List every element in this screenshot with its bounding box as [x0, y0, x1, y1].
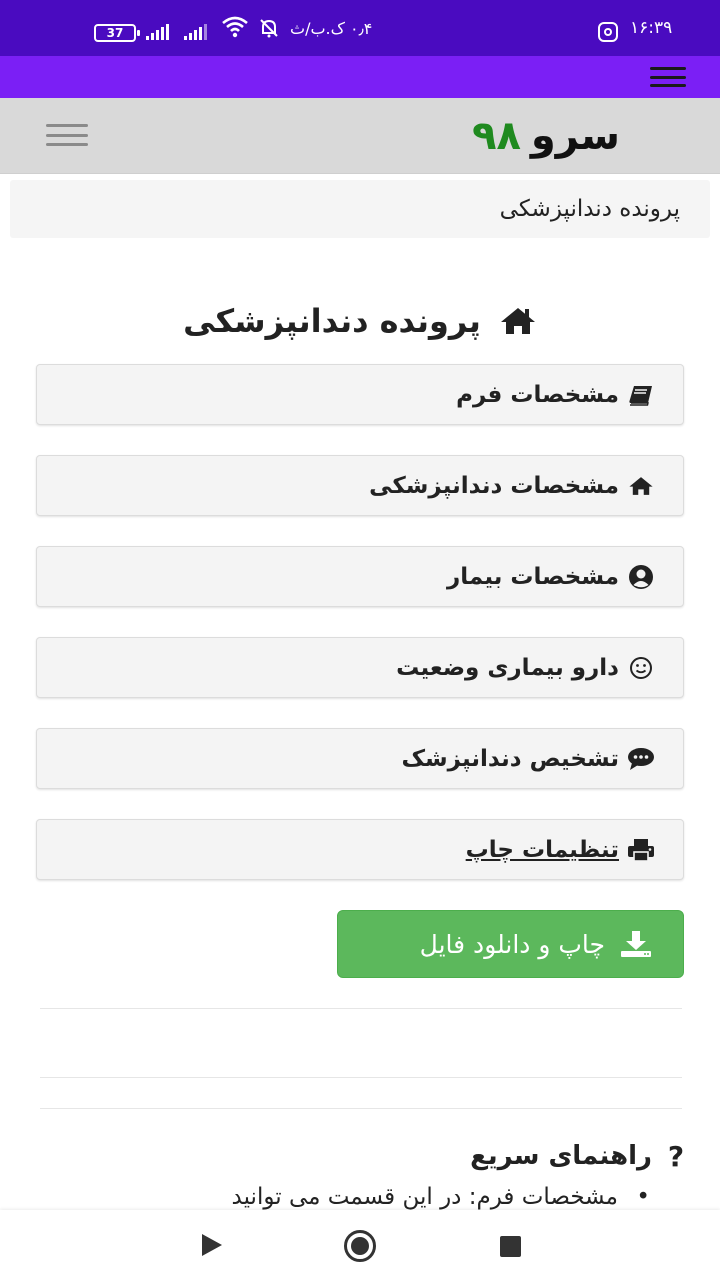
- breadcrumb: پرونده دندانپزشکی: [10, 180, 710, 238]
- divider: [40, 1077, 682, 1078]
- divider: [40, 1008, 682, 1009]
- menu-item-medication[interactable]: دارو بیماری وضعیت: [36, 637, 684, 698]
- quick-guide-title: ? راهنمای سریع: [300, 1136, 690, 1176]
- menu-item-diagnosis[interactable]: تشخیص دندانپزشک: [36, 728, 684, 789]
- page-title-text: پرونده دندانپزشکی: [183, 302, 481, 340]
- page-title: پرونده دندانپزشکی: [40, 296, 680, 346]
- menu-item-dentist-details[interactable]: مشخصات دندانپزشکی: [36, 455, 684, 516]
- site-header: سرو ۹۸: [0, 98, 720, 174]
- recent-apps-icon[interactable]: [500, 1236, 521, 1257]
- hamburger-menu-icon[interactable]: [46, 124, 88, 146]
- menu-item-print-settings[interactable]: تنظیمات چاپ: [36, 819, 684, 880]
- comments-icon: [627, 746, 655, 772]
- menu-item-label: تنظیمات چاپ: [465, 836, 619, 863]
- smile-icon: [627, 655, 655, 681]
- menu-item-patient-details[interactable]: مشخصات بیمار: [36, 546, 684, 607]
- download-icon: [619, 930, 653, 958]
- wifi-icon: [222, 16, 248, 44]
- menu-item-label: مشخصات فرم: [456, 381, 619, 408]
- divider: [40, 1108, 682, 1109]
- download-button-label: چاپ و دانلود فایل: [419, 929, 605, 959]
- site-logo[interactable]: سرو ۹۸: [470, 108, 620, 164]
- home-button-icon[interactable]: [344, 1230, 376, 1262]
- menu-icon[interactable]: [650, 67, 686, 87]
- system-nav-bar: [0, 1210, 720, 1280]
- status-bar: 37 ۰٫۴ ک.ب/ث ۱۶:۳۹: [0, 0, 720, 56]
- user-circle-icon: [627, 564, 655, 590]
- instagram-icon: [598, 22, 618, 42]
- app-bar: [0, 56, 720, 98]
- battery-icon: 37: [94, 24, 140, 42]
- question-icon: ?: [667, 1139, 685, 1173]
- print-icon: [627, 837, 655, 863]
- battery-level: 37: [106, 26, 124, 40]
- net-speed: ۰٫۴ ک.ب/ث: [290, 19, 373, 38]
- quick-guide-title-text: راهنمای سریع: [470, 1141, 652, 1171]
- home-icon: [627, 473, 655, 499]
- menu-item-label: مشخصات بیمار: [447, 563, 619, 590]
- logo-number: ۹۸: [472, 113, 521, 159]
- back-icon[interactable]: [202, 1234, 222, 1256]
- menu-item-label: تشخیص دندانپزشک: [401, 745, 619, 772]
- bell-off-icon: [258, 17, 280, 44]
- book-icon: [627, 382, 655, 408]
- signal-icon-2: [184, 24, 207, 40]
- logo-word: سرو: [530, 113, 620, 159]
- menu-item-label: مشخصات دندانپزشکی: [369, 472, 619, 499]
- status-time: ۱۶:۳۹: [630, 18, 673, 38]
- menu-item-label: دارو بیماری وضعیت: [396, 654, 619, 681]
- menu-item-form-details[interactable]: مشخصات فرم: [36, 364, 684, 425]
- home-icon: [499, 306, 537, 336]
- quick-guide-item-text: مشخصات فرم: در این قسمت می توانید: [231, 1184, 618, 1210]
- print-download-button[interactable]: چاپ و دانلود فایل: [337, 910, 684, 978]
- menu-list: مشخصات فرم مشخصات دندانپزشکی مشخصات بیما…: [36, 364, 684, 910]
- signal-icon: [146, 24, 169, 40]
